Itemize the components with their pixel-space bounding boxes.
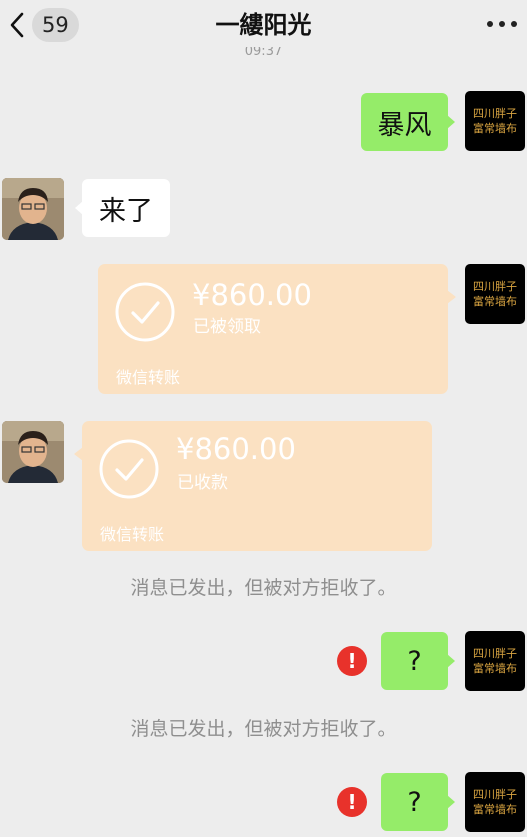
contact-avatar[interactable] [2,178,64,240]
sent-message-bubble[interactable]: ? [381,632,455,690]
avatar-text-line2: 富常墙布 [473,121,517,135]
more-dot-icon [511,21,517,27]
my-avatar[interactable]: 四川胖子 富常墙布 [465,631,525,691]
avatar-text-line1: 四川胖子 [473,647,517,660]
message-text: ? [407,786,422,818]
message-text: 来了 [99,195,153,227]
my-avatar[interactable]: 四川胖子 富常墙布 [465,772,525,832]
avatar-text-line1: 四川胖子 [473,107,517,120]
avatar-text-line1: 四川胖子 [473,788,517,801]
transfer-card-sent[interactable]: ¥860.00 已被领取 微信转账 [98,264,456,394]
check-circle-icon [115,282,175,342]
avatar-text-line2: 富常墙布 [473,802,517,816]
transfer-status: 已被领取 [193,317,261,337]
transfer-brand-label: 微信转账 [100,525,165,544]
more-dot-icon [487,21,493,27]
transfer-amount: ¥860.00 [192,278,312,312]
my-avatar[interactable]: 四川胖子 富常墙布 [465,91,525,151]
transfer-amount: ¥860.00 [176,432,296,466]
transfer-card-received[interactable]: ¥860.00 已收款 微信转账 [74,421,432,551]
check-circle-icon [99,439,159,499]
transfer-status: 已收款 [177,473,228,493]
received-message-bubble[interactable]: 来了 [75,179,170,237]
sent-message-bubble[interactable]: 暴风 [361,93,455,151]
avatar-text-line1: 四川胖子 [473,280,517,293]
more-options-button[interactable] [487,12,517,36]
more-dot-icon [499,21,505,27]
contact-avatar[interactable] [2,421,64,483]
my-avatar[interactable]: 四川胖子 富常墙布 [465,264,525,324]
chat-title: 一縷阳光 [215,11,312,39]
message-timestamp: 09:37 [244,47,283,59]
system-message: 消息已发出，但被对方拒收了。 [130,718,397,740]
sent-message-bubble[interactable]: ? [381,773,455,831]
error-icon[interactable]: ! [337,787,367,817]
error-icon[interactable]: ! [337,646,367,676]
system-message: 消息已发出，但被对方拒收了。 [130,577,397,599]
message-text: 暴风 [377,109,432,141]
transfer-brand-label: 微信转账 [116,368,181,387]
avatar-text-line2: 富常墙布 [473,661,517,675]
avatar-text-line2: 富常墙布 [473,294,517,308]
message-text: ? [407,645,422,677]
